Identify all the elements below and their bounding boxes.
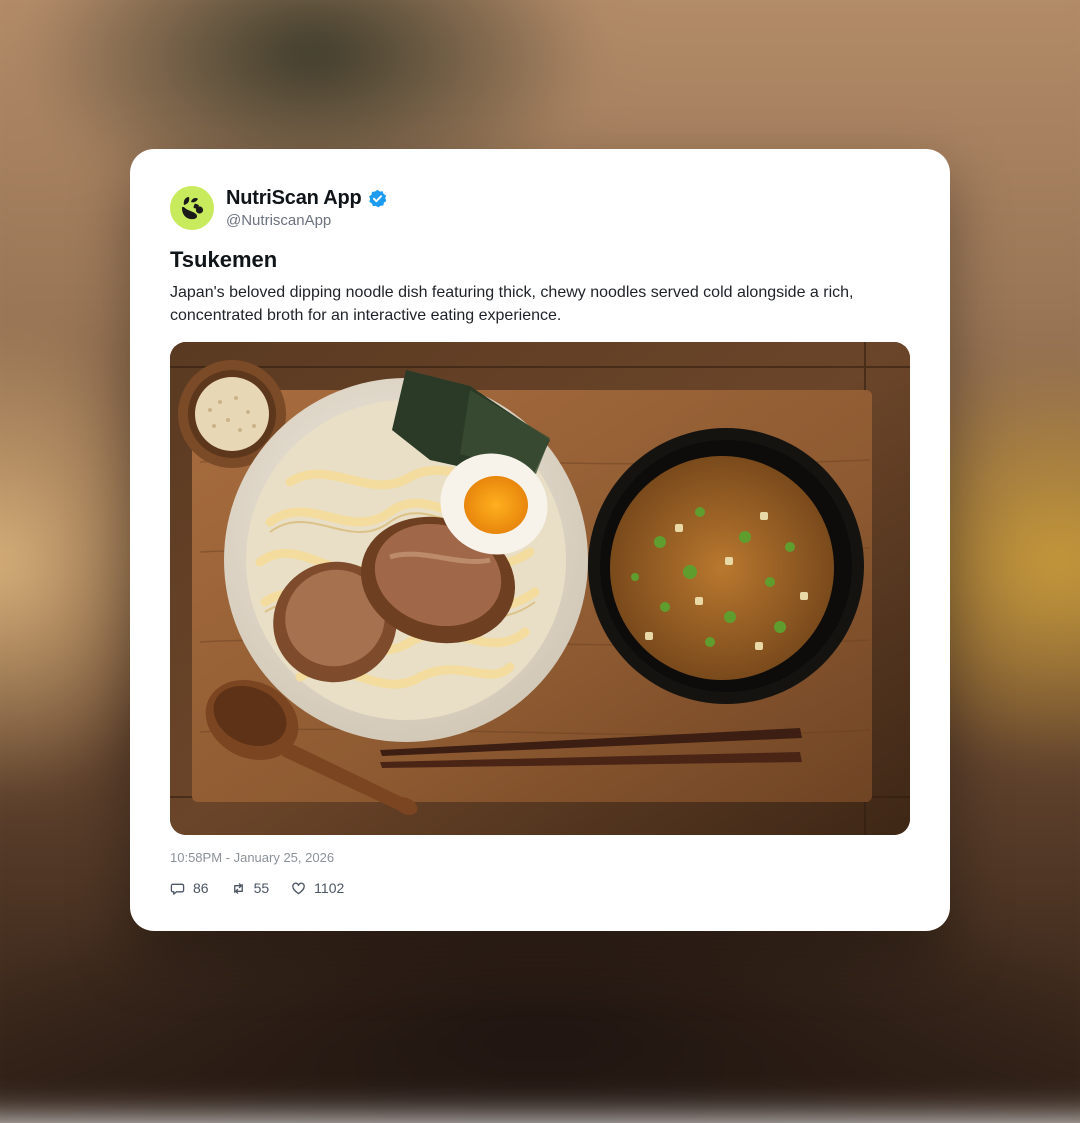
repost-button[interactable]: 55 <box>231 880 270 896</box>
reply-button[interactable]: 86 <box>170 880 209 896</box>
avatar[interactable] <box>170 186 214 230</box>
reply-count: 86 <box>193 880 209 896</box>
like-count: 1102 <box>314 880 345 896</box>
comment-icon <box>170 883 185 895</box>
post-timestamp[interactable]: 10:58PM - January 25, 2026 <box>170 850 334 865</box>
repost-count: 55 <box>253 880 270 896</box>
author-info: NutriScan App @NutriscanApp <box>226 187 387 229</box>
repost-icon <box>233 882 243 894</box>
leaf-logo-icon <box>182 197 204 220</box>
name-row: NutriScan App <box>226 187 387 210</box>
engagement-bar: 86 55 1102 <box>170 880 366 896</box>
like-button[interactable]: 1102 <box>291 880 344 896</box>
display-name[interactable]: NutriScan App <box>226 187 362 210</box>
post-description: Japan's beloved dipping noodle dish feat… <box>170 284 854 324</box>
verified-badge-icon <box>368 189 387 208</box>
post-card: NutriScan App @NutriscanApp Tsukemen Jap… <box>130 149 950 931</box>
post-header: NutriScan App @NutriscanApp <box>170 185 387 231</box>
post-title: Tsukemen <box>170 247 278 272</box>
heart-icon <box>292 882 305 894</box>
handle[interactable]: @NutriscanApp <box>226 212 387 229</box>
food-photo[interactable] <box>170 342 910 835</box>
